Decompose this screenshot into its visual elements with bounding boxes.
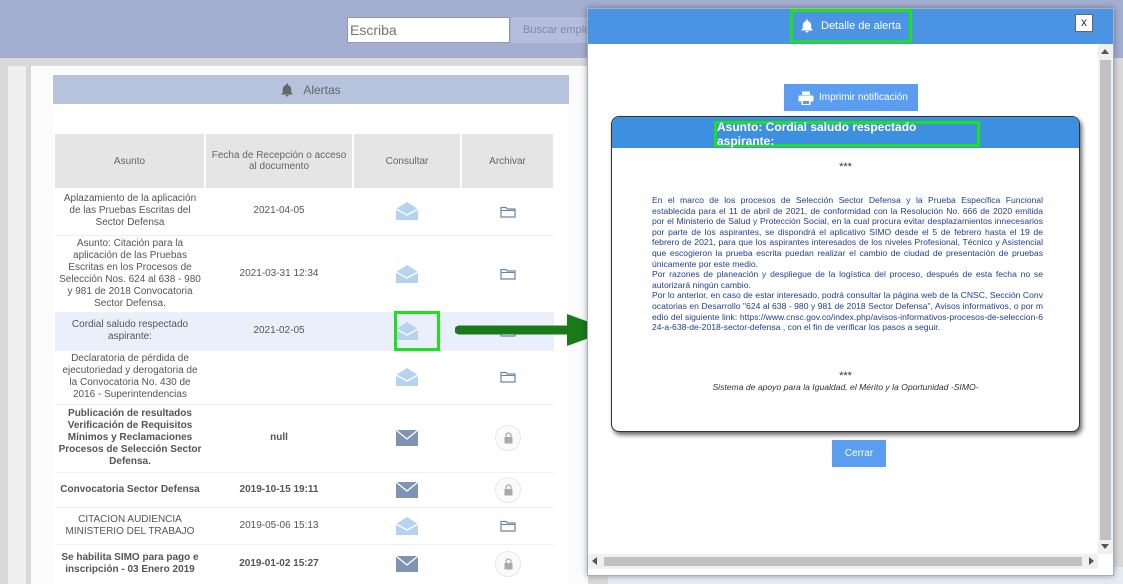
archive-cell (461, 544, 554, 584)
lock-button[interactable] (494, 425, 521, 451)
notification-header: Asunto: Cordial saludo respectado aspira… (612, 117, 1079, 148)
alert-subject: Cordial saludo respectado aspirante: (55, 312, 205, 351)
consult-highlight-box (394, 311, 440, 351)
table-row: Publicación de resultados Verificación d… (55, 404, 554, 473)
lock-button[interactable] (494, 476, 521, 503)
lock-icon (504, 558, 512, 570)
archive-cell (461, 235, 554, 313)
alert-subject: Asunto: Citación para la aplicación de l… (55, 235, 205, 313)
search-input[interactable] (347, 17, 510, 43)
consult-cell (353, 544, 461, 584)
folder-icon[interactable] (499, 267, 516, 280)
lock-icon (504, 432, 512, 444)
modal-title: Detalle de alerta (790, 9, 912, 43)
table-row: Aplazamiento de la aplicación de las Pru… (55, 188, 554, 236)
folder-icon[interactable] (499, 205, 516, 218)
table-row: Declaratoria de pérdida de ejecutoriedad… (55, 350, 554, 405)
alerts-header: Alertas (53, 75, 569, 104)
lock-icon (504, 483, 512, 495)
alert-date: 2019-01-02 15:27 (205, 544, 353, 584)
consult-cell (353, 235, 461, 313)
envelope-open-icon[interactable] (395, 201, 419, 221)
notification-footer: Sistema de apoyo para la Igualdad, el Mé… (712, 382, 979, 392)
alert-date: null (205, 404, 353, 473)
alert-date: 2019-10-15 19:11 (205, 472, 353, 508)
column-header-date: Fecha de Recepción o acceso al documento (205, 134, 354, 188)
notification-paragraph: Por razones de planeación y despliegue d… (652, 269, 1043, 290)
archive-cell (461, 188, 554, 236)
notification-paragraph: Por lo anterior, en caso de estar intere… (652, 290, 1043, 333)
alert-subject: CITACION AUDIENCIA MINISTERIO DEL TRABAJ… (55, 507, 205, 545)
table-row: Se habilita SIMO para pago e inscripción… (55, 544, 554, 584)
notification-paragraph: En el marco de los procesos de Selección… (652, 195, 1043, 269)
scroll-right-icon[interactable] (1089, 557, 1094, 565)
scrollbar-thumb[interactable] (1100, 60, 1111, 540)
bell-icon (801, 19, 813, 33)
printer-icon (798, 91, 814, 105)
envelope-closed-icon[interactable] (395, 554, 419, 574)
archive-cell (461, 507, 554, 545)
bell-icon (281, 83, 293, 96)
left-rail (8, 66, 26, 584)
alert-subject: Se habilita SIMO para pago e inscripción… (55, 544, 205, 584)
notification-card: Asunto: Cordial saludo respectado aspira… (611, 116, 1080, 432)
alerts-table: Asunto Fecha de Recepción o acceso al do… (55, 134, 555, 584)
vertical-scrollbar[interactable] (1098, 44, 1113, 554)
table-row: CITACION AUDIENCIA MINISTERIO DEL TRABAJ… (55, 507, 554, 545)
consult-cell (353, 507, 461, 545)
envelope-open-icon[interactable] (395, 367, 419, 387)
lock-button[interactable] (494, 551, 521, 577)
close-button[interactable]: Cerrar (832, 440, 886, 467)
scroll-left-icon[interactable] (592, 557, 597, 565)
separator-stars: *** (839, 161, 852, 173)
consult-cell (353, 404, 461, 473)
archive-cell (461, 472, 554, 508)
column-header-archive: Archivar (461, 134, 555, 188)
alert-date (205, 350, 353, 405)
consult-cell (353, 472, 461, 508)
alert-detail-modal: Detalle de alerta x Imprimir notificació… (587, 8, 1114, 576)
alert-subject: Aplazamiento de la aplicación de las Pru… (55, 188, 205, 236)
notification-text: En el marco de los procesos de Selección… (652, 195, 1043, 333)
table-row: Convocatoria Sector Defensa 2019-10-15 1… (55, 472, 554, 508)
archive-cell (461, 350, 554, 405)
alert-date: 2021-02-05 (205, 312, 353, 351)
print-notification-button[interactable]: Imprimir notificación (784, 84, 918, 111)
envelope-open-icon[interactable] (395, 264, 419, 284)
folder-icon[interactable] (499, 519, 516, 532)
alert-date: 2019-05-06 15:13 (205, 507, 353, 545)
modal-title-text: Detalle de alerta (821, 20, 902, 32)
consult-cell (353, 188, 461, 236)
alert-date: 2021-03-31 12:34 (205, 235, 353, 313)
alerts-title: Alertas (303, 82, 341, 97)
scroll-up-icon[interactable] (1101, 49, 1109, 54)
alert-date: 2021-04-05 (205, 188, 353, 236)
folder-icon[interactable] (499, 370, 516, 384)
close-icon[interactable]: x (1075, 14, 1093, 32)
modal-header: Detalle de alerta x (588, 9, 1113, 44)
alert-subject: Convocatoria Sector Defensa (55, 472, 205, 508)
envelope-open-icon[interactable] (395, 516, 419, 536)
horizontal-scrollbar[interactable] (588, 554, 1098, 569)
table-row: Asunto: Citación para la aplicación de l… (55, 235, 554, 313)
right-edge (1114, 0, 1123, 584)
archive-cell (461, 404, 554, 473)
scrollbar-thumb[interactable] (604, 557, 1082, 566)
envelope-closed-icon[interactable] (395, 480, 419, 500)
print-label: Imprimir notificación (819, 92, 908, 103)
column-header-subject: Asunto (55, 134, 206, 188)
consult-cell (353, 350, 461, 405)
separator-stars: *** (839, 370, 852, 382)
scroll-down-icon[interactable] (1101, 544, 1109, 549)
modal-body: Imprimir notificación Asunto: Cordial sa… (588, 44, 1098, 554)
envelope-closed-icon[interactable] (395, 428, 419, 448)
column-header-consult: Consultar (353, 134, 462, 188)
alert-subject: Declaratoria de pérdida de ejecutoriedad… (55, 350, 205, 405)
notification-subject: Asunto: Cordial saludo respectado aspira… (714, 120, 980, 148)
alert-subject: Publicación de resultados Verificación d… (55, 404, 205, 473)
